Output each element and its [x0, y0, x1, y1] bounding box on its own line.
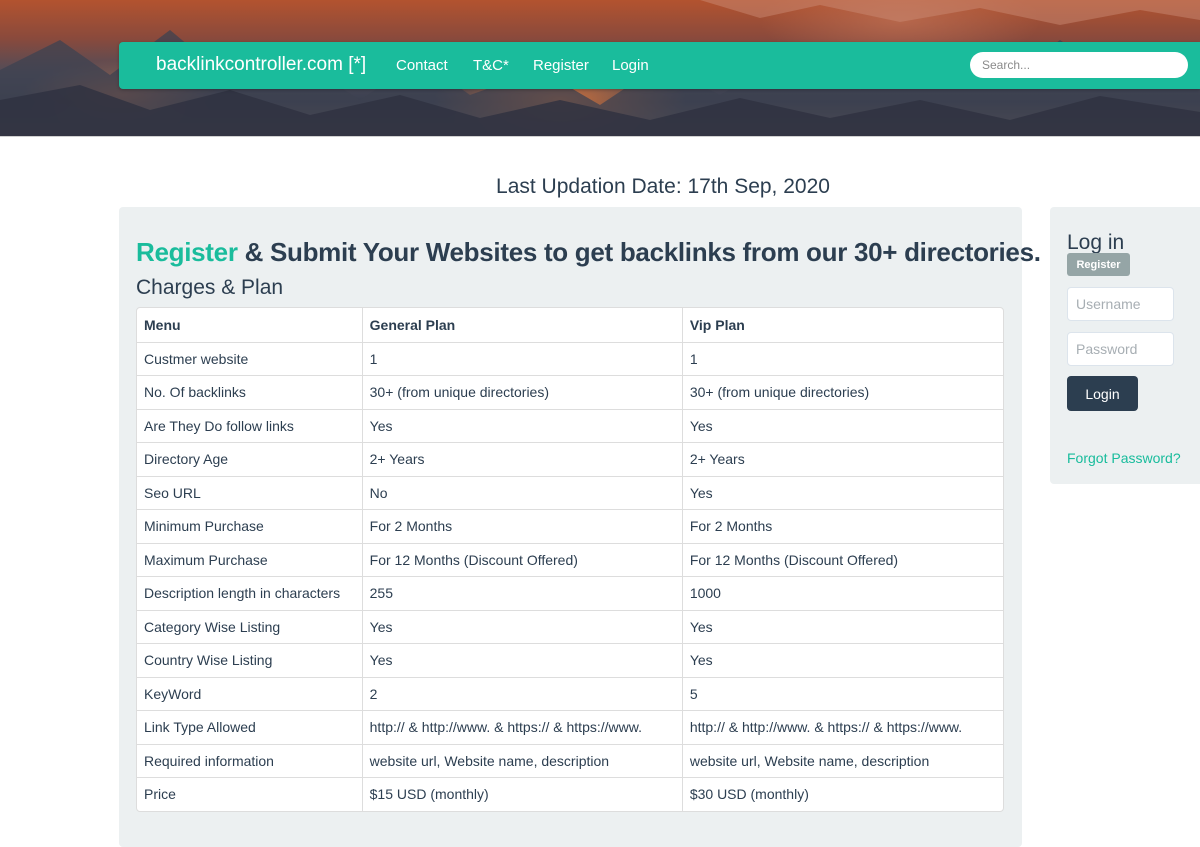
search-input[interactable]: [970, 52, 1188, 78]
headline-text: & Submit Your Websites to get backlinks …: [237, 237, 1041, 267]
table-row: Country Wise Listing Yes Yes: [137, 643, 1003, 677]
menu-cell: Price: [137, 777, 362, 811]
table-row: Description length in characters 255 1000: [137, 576, 1003, 610]
menu-cell: Description length in characters: [137, 576, 362, 610]
last-updated-text: Last Updation Date: 17th Sep, 2020: [496, 175, 830, 198]
table-row: Link Type Allowed http:// & http://www. &…: [137, 710, 1003, 744]
forgot-password-link[interactable]: Forgot Password?: [1067, 450, 1181, 466]
table-row: Directory Age 2+ Years 2+ Years: [137, 442, 1003, 476]
general-plan-cell: For 12 Months (Discount Offered): [361, 542, 682, 576]
vip-plan-cell: For 12 Months (Discount Offered): [681, 542, 1003, 576]
table-row: KeyWord 2 5: [137, 676, 1003, 711]
vip-plan-cell: 2+ Years: [681, 442, 1003, 476]
table-row: Are They Do follow links Yes Yes: [137, 408, 1003, 443]
plans-table-body: Custmer website 1 1 No. Of backlinks 30+ (fr…: [137, 341, 1003, 811]
column-header-general-plan: General Plan: [361, 308, 682, 342]
login-button[interactable]: Login: [1067, 376, 1138, 411]
menu-cell: Minimum Purchase: [137, 509, 362, 543]
menu-cell: Link Type Allowed: [137, 710, 362, 744]
vip-plan-cell: 1: [681, 341, 1003, 375]
general-plan-cell: 1: [361, 341, 682, 375]
general-plan-cell: 30+ (from unique directories): [361, 375, 682, 409]
table-header-row: Menu General Plan Vip Plan: [137, 308, 1003, 342]
table-row: Category Wise Listing Yes Yes: [137, 609, 1003, 644]
general-plan-cell: $15 USD (monthly): [361, 777, 682, 811]
password-input[interactable]: [1067, 332, 1174, 366]
menu-cell: Category Wise Listing: [137, 609, 362, 644]
top-navbar: backlinkcontroller.com [*] Contact T&C* …: [119, 42, 1200, 89]
username-input[interactable]: [1067, 287, 1174, 321]
register-button[interactable]: Register: [1067, 253, 1130, 276]
menu-cell: Seo URL: [137, 475, 362, 510]
vip-plan-cell: $30 USD (monthly): [681, 777, 1003, 811]
table-row: Price $15 USD (monthly) $30 USD (monthly): [137, 777, 1003, 811]
table-row: Required information website url, Website…: [137, 743, 1003, 778]
main-content-panel: Register & Submit Your Websites to get b…: [119, 207, 1041, 847]
menu-cell: Custmer website: [137, 341, 362, 376]
vip-plan-cell: 30+ (from unique directories): [681, 375, 1003, 409]
vip-plan-cell: website url, Website name, description: [681, 743, 1003, 777]
nav-link-login[interactable]: Login: [612, 57, 649, 74]
menu-cell: Country Wise Listing: [137, 643, 362, 677]
general-plan-cell: 2: [361, 676, 682, 710]
general-plan-cell: website url, Website name, description: [361, 743, 682, 777]
table-row: Seo URL No Yes: [137, 475, 1003, 510]
vip-plan-cell: For 2 Months: [681, 509, 1003, 543]
login-title: Log in: [1067, 231, 1125, 254]
menu-cell: KeyWord: [137, 676, 362, 711]
vip-plan-cell: Yes: [681, 408, 1003, 442]
vip-plan-cell: 5: [681, 676, 1003, 710]
general-plan-cell: 255: [361, 576, 682, 610]
menu-cell: Are They Do follow links: [137, 408, 362, 443]
general-plan-cell: For 2 Months: [361, 509, 682, 543]
hero-banner: backlinkcontroller.com [*] Contact T&C* …: [0, 0, 1200, 137]
menu-cell: Directory Age: [137, 442, 362, 476]
table-row: No. Of backlinks 30+ (from unique directo…: [137, 375, 1003, 409]
vip-plan-cell: Yes: [681, 643, 1003, 677]
page-headline: Register & Submit Your Websites to get b…: [136, 237, 1041, 268]
column-header-menu: Menu: [144, 316, 181, 333]
brand-link[interactable]: backlinkcontroller.com [*]: [156, 54, 366, 76]
headline-register-accent: Register: [136, 237, 238, 267]
menu-cell: No. Of backlinks: [137, 375, 362, 409]
nav-link-terms[interactable]: T&C*: [473, 57, 509, 74]
vip-plan-cell: Yes: [681, 475, 1003, 509]
vip-plan-cell: http:// & http://www. & https:// & https…: [681, 710, 1003, 744]
login-panel: Log in Register Login Forgot Password?: [1050, 207, 1200, 484]
table-row: Maximum Purchase For 12 Months (Discount …: [137, 542, 1003, 577]
vip-plan-cell: 1000: [681, 576, 1003, 610]
general-plan-cell: 2+ Years: [361, 442, 682, 476]
general-plan-cell: http:// & http://www. & https:// & https…: [361, 710, 682, 744]
charges-plan-heading: Charges & Plan: [136, 276, 284, 299]
table-row: Custmer website 1 1: [137, 341, 1003, 376]
nav-link-contact[interactable]: Contact: [396, 57, 448, 74]
plans-table: Menu General Plan Vip Plan Custmer websi…: [136, 307, 1004, 812]
general-plan-cell: Yes: [361, 408, 682, 442]
menu-cell: Maximum Purchase: [137, 542, 362, 577]
menu-cell: Required information: [137, 743, 362, 778]
nav-link-register[interactable]: Register: [533, 57, 589, 74]
general-plan-cell: Yes: [361, 609, 682, 643]
table-row: Minimum Purchase For 2 Months For 2 Months: [137, 509, 1003, 543]
general-plan-cell: No: [361, 475, 682, 509]
column-header-vip-plan: Vip Plan: [681, 308, 1003, 342]
general-plan-cell: Yes: [361, 643, 682, 677]
vip-plan-cell: Yes: [681, 609, 1003, 643]
